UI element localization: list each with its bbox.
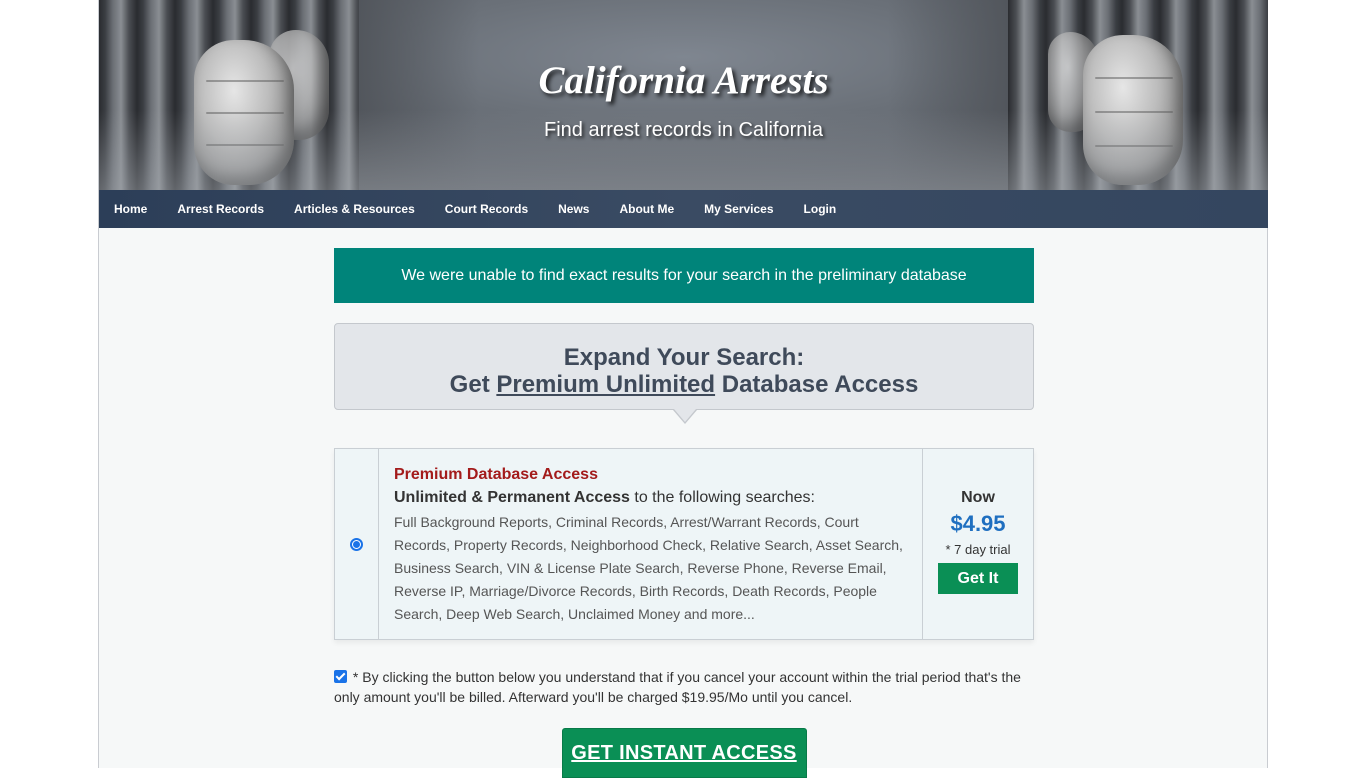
nav-home[interactable]: Home bbox=[114, 202, 147, 216]
plan-option[interactable]: Premium Database Access Unlimited & Perm… bbox=[334, 448, 1034, 640]
premium-unlimited-link[interactable]: Premium Unlimited bbox=[496, 371, 715, 398]
plan-subtitle: Unlimited & Permanent Access to the foll… bbox=[394, 489, 815, 506]
plan-radio-button[interactable] bbox=[350, 537, 363, 551]
nav-arrest-records[interactable]: Arrest Records bbox=[177, 202, 264, 216]
plan-price-cell: Now $4.95 * 7 day trial Get It bbox=[923, 449, 1033, 639]
nav-articles-resources[interactable]: Articles & Resources bbox=[294, 202, 415, 216]
nav-news[interactable]: News bbox=[558, 202, 589, 216]
plan-title: Premium Database Access bbox=[394, 466, 598, 483]
expand-search-callout: Expand Your Search: Get Premium Unlimite… bbox=[334, 323, 1034, 424]
plan-features: Full Background Reports, Criminal Record… bbox=[394, 514, 903, 622]
callout-pointer bbox=[673, 409, 697, 424]
nav-about-me[interactable]: About Me bbox=[619, 202, 674, 216]
main-content: We were unable to find exact results for… bbox=[334, 248, 1034, 778]
header-banner: California Arrests Find arrest records i… bbox=[99, 0, 1268, 190]
plan-select-cell[interactable] bbox=[335, 449, 379, 639]
page-container: California Arrests Find arrest records i… bbox=[98, 0, 1268, 778]
get-it-button[interactable]: Get It bbox=[938, 563, 1018, 594]
no-results-notice: We were unable to find exact results for… bbox=[334, 248, 1034, 303]
main-nav: Home Arrest Records Articles & Resources… bbox=[99, 190, 1268, 228]
nav-court-records[interactable]: Court Records bbox=[445, 202, 528, 216]
plan-description: Premium Database Access Unlimited & Perm… bbox=[379, 449, 923, 639]
get-instant-access-button[interactable]: GET INSTANT ACCESS bbox=[561, 728, 807, 778]
trial-note: * 7 day trial bbox=[945, 542, 1011, 557]
price-amount: $4.95 bbox=[950, 511, 1006, 536]
terms-text: * By clicking the button below you under… bbox=[334, 669, 1021, 705]
expand-heading-line1: Expand Your Search: bbox=[563, 344, 805, 371]
expand-heading-line2: Get Premium Unlimited Database Access bbox=[449, 371, 919, 398]
price-label: Now bbox=[961, 489, 995, 506]
terms-checkbox[interactable] bbox=[334, 670, 347, 683]
nav-my-services[interactable]: My Services bbox=[704, 202, 773, 216]
billing-terms: * By clicking the button below you under… bbox=[334, 667, 1034, 707]
nav-login[interactable]: Login bbox=[804, 202, 837, 216]
site-tagline: Find arrest records in California bbox=[544, 119, 823, 141]
site-title[interactable]: California Arrests bbox=[99, 58, 1268, 103]
